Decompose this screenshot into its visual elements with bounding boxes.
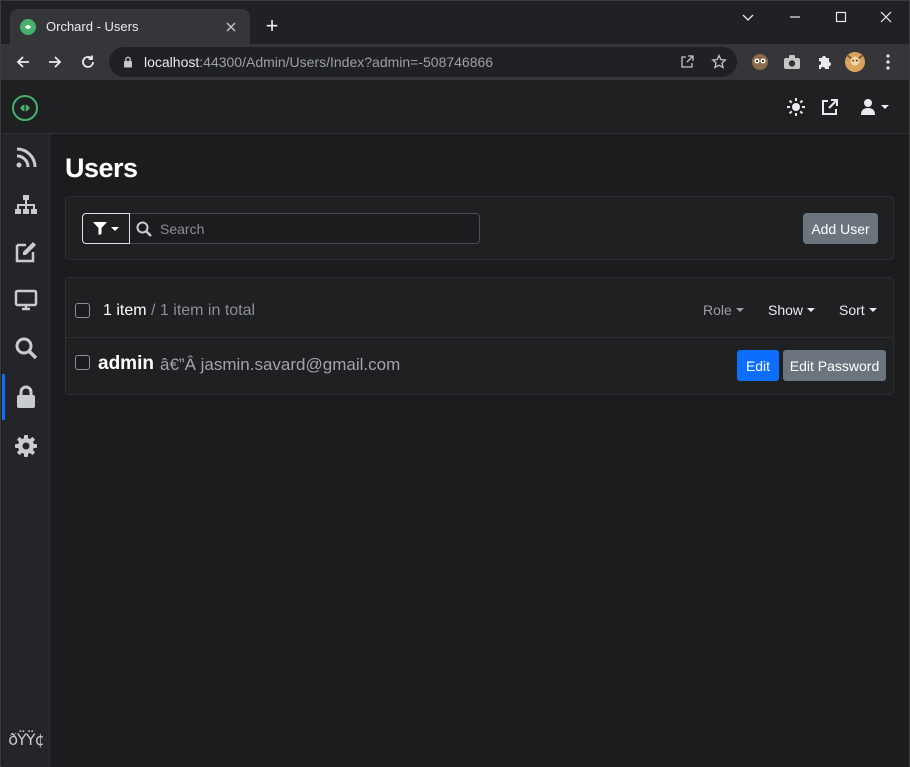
chevron-down-icon [735,308,744,312]
tab-title: Orchard - Users [46,19,139,34]
search-icon [136,221,152,237]
user-name-link[interactable]: admin [98,353,154,375]
maximize-icon[interactable] [818,5,864,29]
bookmark-star-icon[interactable] [711,54,727,70]
desktop-icon [14,289,38,311]
back-icon[interactable] [11,50,35,74]
filter-bar: Add User [65,196,894,260]
external-link-icon[interactable] [819,96,841,118]
url-host: localhost [144,54,200,70]
minimize-icon[interactable] [772,5,818,29]
chevron-down-icon [868,308,877,312]
list-header: 1 item / 1 item in total Role Show Sort [66,278,893,338]
sidebar-item-design[interactable] [2,277,50,323]
user-menu-icon[interactable] [855,96,895,118]
sidebar-item-feeds[interactable] [2,135,50,181]
gear-icon [15,435,37,457]
sidebar-item-configuration[interactable] [2,423,50,469]
add-user-button[interactable]: Add User [803,213,878,244]
extensions-puzzle-icon[interactable] [814,52,834,72]
share-icon[interactable] [679,54,695,70]
browser-toolbar: localhost :44300/Admin/Users/Index?admin… [1,44,909,80]
select-all-checkbox[interactable] [75,303,90,318]
search-input[interactable] [160,220,460,237]
sort-label: Sort [839,302,865,318]
orchard-logo-icon[interactable] [12,95,38,121]
item-count: 1 item / 1 item in total [103,302,255,320]
table-row: admin â€”Â jasmin.savard@gmail.com Edit … [66,338,893,394]
close-window-icon[interactable] [863,5,909,29]
sidebar-item-content[interactable] [2,229,50,275]
theme-toggle-icon[interactable] [785,96,807,118]
user-email: â€”Â jasmin.savard@gmail.com [160,355,401,374]
role-filter-label: Role [703,302,732,318]
edit-password-button[interactable]: Edit Password [783,350,886,381]
sort-dropdown[interactable]: Sort [839,302,877,318]
camera-icon[interactable] [782,52,802,72]
profile-avatar-icon[interactable] [845,52,865,72]
title-bar: Orchard - Users + [1,1,909,44]
browser-menu-icon[interactable] [878,52,898,72]
tab-close-icon[interactable] [222,18,240,36]
chevron-down-icon [111,226,119,231]
search-field[interactable] [130,213,480,244]
edit-icon [15,242,36,263]
row-checkbox[interactable] [75,355,90,370]
sidebar-footer-text: ðŸŸ¢ [8,730,45,749]
app-header [2,80,909,134]
show-filter-label: Show [768,302,804,318]
reload-icon[interactable] [76,50,100,74]
admin-sidebar: ðŸŸ¢ [2,134,50,767]
filter-dropdown-button[interactable] [82,213,130,244]
sitemap-icon [15,195,37,214]
sidebar-item-search[interactable] [2,325,50,371]
lock-icon[interactable] [121,55,135,69]
browser-tab[interactable]: Orchard - Users [10,9,250,44]
show-filter-dropdown[interactable]: Show [768,302,816,318]
users-list: 1 item / 1 item in total Role Show Sort … [65,277,894,395]
page-title: Users [65,153,138,183]
orchard-favicon-icon [20,18,36,35]
edit-user-button[interactable]: Edit [737,350,779,381]
tab-search-icon[interactable] [725,5,771,29]
lock-icon [17,385,35,408]
role-filter-dropdown[interactable]: Role [703,302,744,318]
filter-icon [93,222,107,235]
item-count-value: 1 item [103,302,147,319]
browser-window: Orchard - Users + localhost:44300/Admin… [0,0,910,767]
extension-eyes-icon[interactable] [750,52,770,72]
main-content: Users Add User 1 item / 1 item in total … [50,134,909,767]
chevron-down-icon [807,308,816,312]
url-path: :44300/Admin/Users/Index?admin=-50874686… [199,54,494,70]
forward-icon[interactable] [43,50,67,74]
search-icon [15,337,38,360]
sidebar-item-security[interactable] [2,374,50,420]
item-count-total: / 1 item in total [146,302,256,319]
sidebar-item-structure[interactable] [2,182,50,228]
address-bar[interactable]: localhost :44300/Admin/Users/Index?admin… [109,47,737,77]
new-tab-button[interactable]: + [261,15,283,37]
rss-icon [16,147,37,168]
